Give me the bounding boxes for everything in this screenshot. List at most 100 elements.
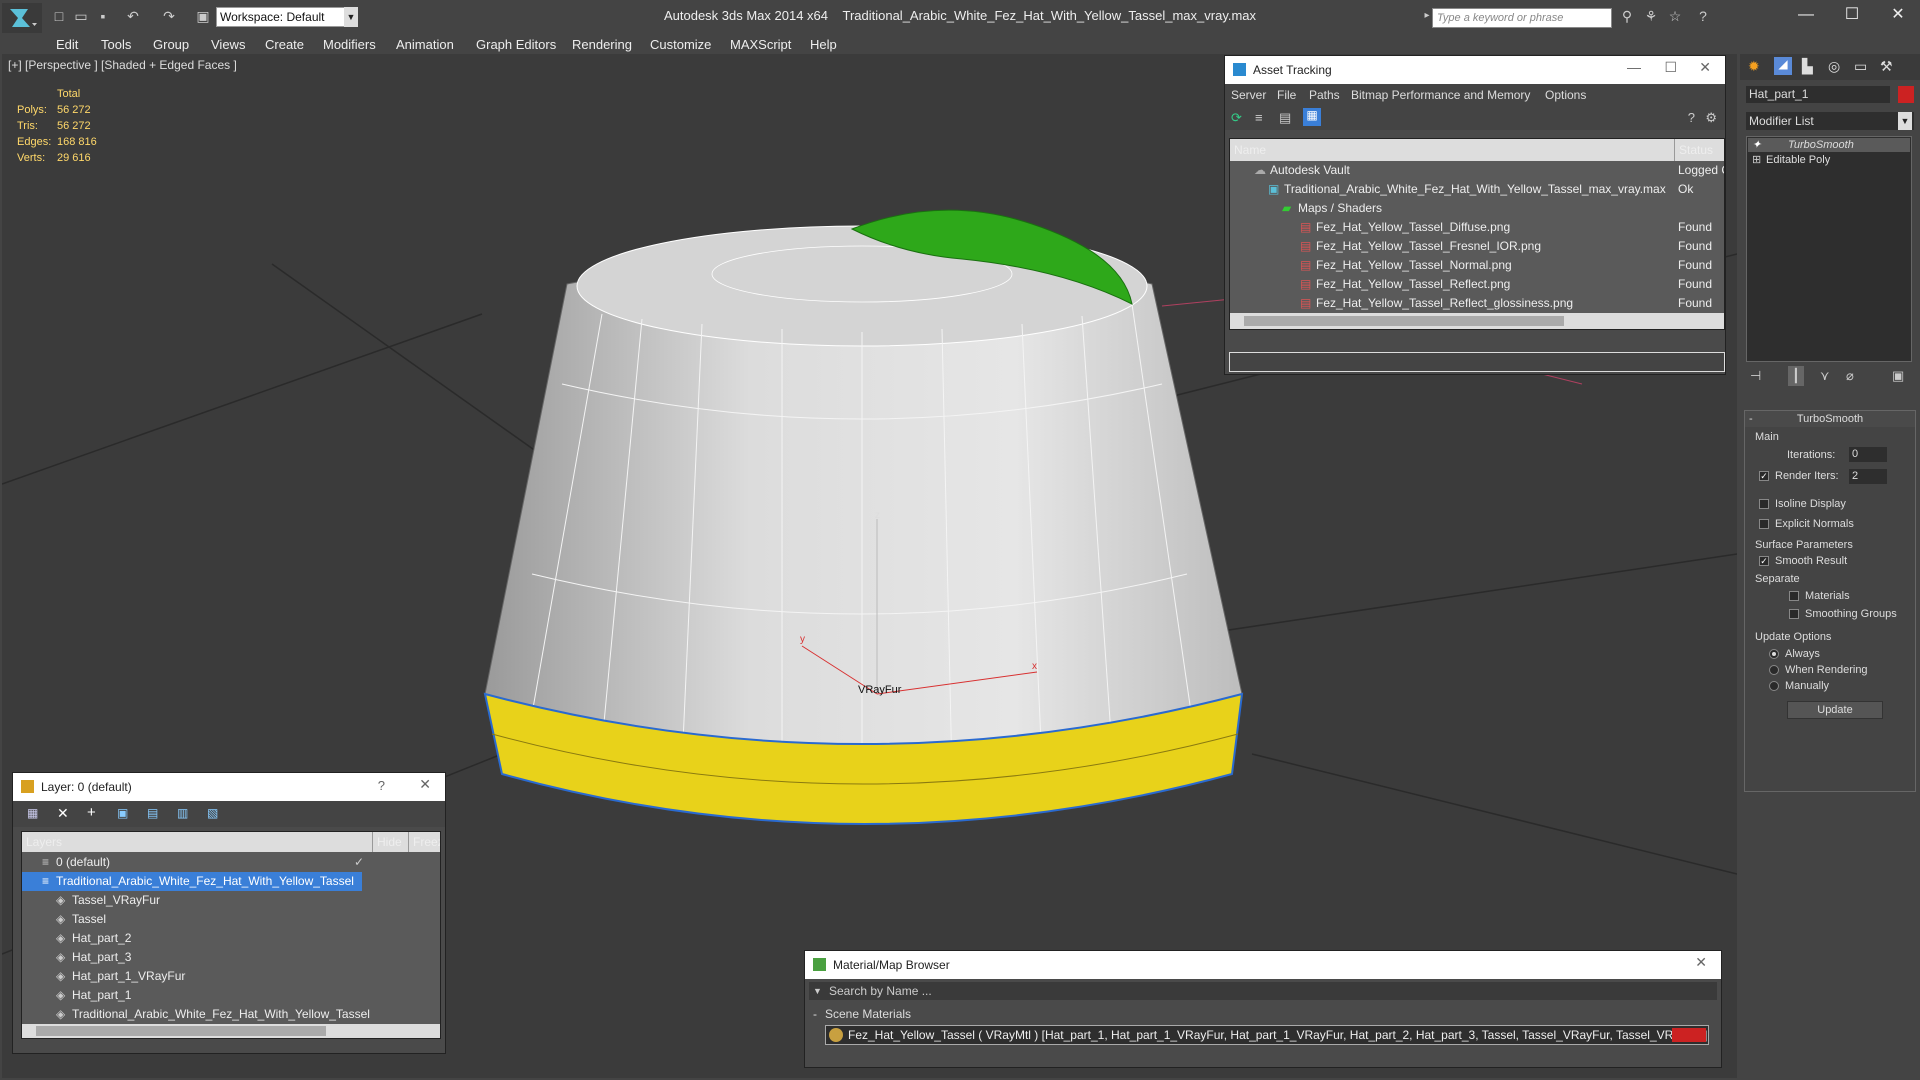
menu-customize[interactable]: Customize	[650, 37, 711, 52]
maximize-icon[interactable]: ☐	[1832, 4, 1872, 26]
smoothing-groups-checkbox[interactable]	[1789, 609, 1799, 619]
delete-layer-icon[interactable]: ✕	[57, 805, 69, 822]
smooth-result-checkbox[interactable]: ✓	[1759, 556, 1769, 566]
column-name[interactable]: Name	[1234, 139, 1266, 161]
asset-path-field[interactable]	[1229, 352, 1725, 372]
list-item[interactable]: ≡ 0 (default) ✓	[22, 853, 440, 872]
menu-help[interactable]: Help	[810, 37, 837, 52]
isoline-checkbox[interactable]	[1759, 499, 1769, 509]
list-item[interactable]: ◈ Hat_part_1	[22, 986, 440, 1005]
help-icon[interactable]: ?	[1694, 7, 1712, 25]
close-icon[interactable]: ✕	[1878, 4, 1918, 26]
list-item[interactable]: ◈ Tassel_VRayFur	[22, 891, 440, 910]
menu-modifiers[interactable]: Modifiers	[323, 37, 376, 52]
close-icon[interactable]: ✕	[1699, 59, 1711, 76]
rollout-header[interactable]: - TurboSmooth	[1745, 411, 1915, 427]
menu-file[interactable]: File	[1277, 84, 1296, 106]
list-item[interactable]: ◈ Hat_part_1_VRayFur	[22, 967, 440, 986]
list-item[interactable]: ◈ Traditional_Arabic_White_Fez_Hat_With_Y…	[22, 1005, 440, 1024]
asset-tracking-titlebar[interactable]: Asset Tracking	[1225, 56, 1725, 84]
list-view-icon[interactable]: ≡	[1255, 110, 1263, 125]
table-row[interactable]: ☁ Autodesk Vault Logged C	[1230, 161, 1724, 180]
iterations-spinner[interactable]: 0	[1849, 447, 1887, 462]
save-file-icon[interactable]: ▪	[94, 7, 112, 25]
list-item[interactable]: ◈ Hat_part_3	[22, 948, 440, 967]
menu-rendering[interactable]: Rendering	[572, 37, 632, 52]
list-item[interactable]: ◈ Tassel	[22, 910, 440, 929]
settings-icon[interactable]: ⚙	[1705, 110, 1717, 126]
table-row[interactable]: ▰ Maps / Shaders	[1230, 199, 1724, 218]
column-hide[interactable]: Hide	[372, 832, 402, 852]
horizontal-scrollbar[interactable]	[1230, 313, 1724, 329]
binoculars-icon[interactable]: ⚲	[1618, 7, 1636, 25]
help-icon[interactable]: ?	[378, 778, 385, 793]
utilities-tab-icon[interactable]: ⚒	[1880, 58, 1893, 75]
star-icon[interactable]: ☆	[1666, 7, 1684, 25]
menu-group[interactable]: Group	[153, 37, 189, 52]
collapse-icon[interactable]: -	[813, 1005, 817, 1023]
make-unique-icon[interactable]: ⋎	[1820, 366, 1830, 386]
workspace-dropdown[interactable]: Workspace: Default	[216, 7, 358, 27]
object-color-swatch[interactable]	[1898, 86, 1914, 103]
table-row[interactable]: ▣ Traditional_Arabic_White_Fez_Hat_With_Y…	[1230, 180, 1724, 199]
undo-icon[interactable]: ↶	[124, 7, 142, 25]
app-logo-icon[interactable]	[2, 3, 42, 33]
render-iters-checkbox[interactable]: ✓	[1759, 471, 1769, 481]
new-file-icon[interactable]: □	[50, 7, 68, 25]
table-row[interactable]: ▤ Fez_Hat_Yellow_Tassel_Normal.png Found	[1230, 256, 1724, 275]
table-row[interactable]: ▤ Fez_Hat_Yellow_Tassel_Reflect_glossines…	[1230, 294, 1724, 313]
menu-animation[interactable]: Animation	[396, 37, 454, 52]
help-icon[interactable]: ?	[1688, 110, 1695, 125]
create-layer-icon[interactable]: ▦	[27, 806, 38, 820]
redo-icon[interactable]: ↷	[160, 7, 178, 25]
modifier-list-dropdown[interactable]: Modifier List ▼	[1746, 112, 1914, 130]
menu-paths[interactable]: Paths	[1309, 84, 1340, 106]
scene-materials-header[interactable]: - Scene Materials	[809, 1005, 1711, 1023]
configure-modifiers-icon[interactable]: ▣	[1892, 366, 1904, 386]
collapse-icon[interactable]: -	[1749, 411, 1753, 427]
menu-bitmap-performance[interactable]: Bitmap Performance and Memory	[1351, 84, 1530, 106]
minimize-icon[interactable]: —	[1627, 59, 1641, 75]
display-tab-icon[interactable]: ▭	[1854, 58, 1867, 75]
project-folder-icon[interactable]: ▣	[194, 7, 212, 25]
table-view-icon[interactable]: ▦	[1303, 108, 1321, 126]
column-layers[interactable]: Layers	[26, 832, 62, 852]
menu-maxscript[interactable]: MAXScript	[730, 37, 791, 52]
light-bulb-icon[interactable]: ✦	[1752, 138, 1761, 152]
tree-view-icon[interactable]: ▤	[1279, 110, 1291, 126]
show-end-result-icon[interactable]: ┃	[1788, 366, 1804, 386]
manually-radio[interactable]	[1769, 681, 1779, 691]
maximize-icon[interactable]: ☐	[1664, 59, 1677, 76]
table-row[interactable]: ▤ Fez_Hat_Yellow_Tassel_Diffuse.png Found	[1230, 218, 1724, 237]
menu-options[interactable]: Options	[1545, 84, 1586, 106]
list-item[interactable]: ≡ Traditional_Arabic_White_Fez_Hat_With_Y…	[22, 872, 362, 891]
stack-item-editable-poly[interactable]: ⊞ Editable Poly	[1748, 153, 1910, 167]
horizontal-scrollbar[interactable]	[22, 1024, 440, 1038]
table-row[interactable]: ▤ Fez_Hat_Yellow_Tassel_Reflect.png Found	[1230, 275, 1724, 294]
render-iters-spinner[interactable]: 2	[1849, 469, 1887, 484]
chevron-down-icon[interactable]: ▼	[1898, 112, 1912, 130]
refresh-icon[interactable]: ⟳	[1231, 110, 1242, 126]
select-in-layer-icon[interactable]: ▣	[117, 806, 128, 820]
column-freeze[interactable]: Freez	[408, 832, 440, 852]
material-browser-titlebar[interactable]: Material/Map Browser	[805, 951, 1721, 979]
menu-views[interactable]: Views	[211, 37, 245, 52]
hierarchy-tab-icon[interactable]: ▙	[1802, 58, 1813, 75]
hide-all-icon[interactable]: ▥	[177, 806, 188, 820]
column-status[interactable]: Status	[1674, 139, 1713, 161]
close-icon[interactable]: ✕	[419, 776, 431, 793]
remove-modifier-icon[interactable]: ⌀	[1846, 366, 1854, 386]
always-radio[interactable]	[1769, 649, 1779, 659]
add-to-layer-icon[interactable]: +	[87, 804, 96, 821]
create-tab-icon[interactable]: ✹	[1748, 58, 1760, 75]
close-icon[interactable]: ✕	[1695, 954, 1707, 971]
explicit-normals-checkbox[interactable]	[1759, 519, 1769, 529]
materials-checkbox[interactable]	[1789, 591, 1799, 601]
menu-tools[interactable]: Tools	[101, 37, 131, 52]
communication-icon[interactable]: ⚘	[1642, 7, 1660, 25]
material-item[interactable]: Fez_Hat_Yellow_Tassel ( VRayMtl ) [Hat_p…	[825, 1025, 1709, 1045]
when-rendering-radio[interactable]	[1769, 665, 1779, 675]
modify-tab-icon[interactable]: ◢	[1774, 57, 1792, 75]
update-button[interactable]: Update	[1787, 701, 1883, 719]
minimize-icon[interactable]: —	[1786, 4, 1826, 26]
